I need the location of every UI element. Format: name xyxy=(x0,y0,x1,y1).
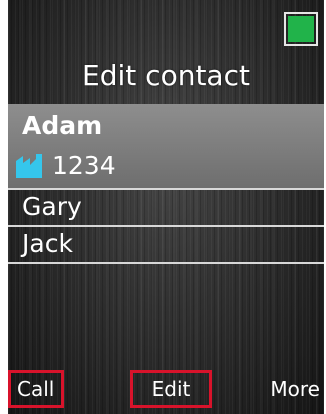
contact-number: 1234 xyxy=(52,151,116,180)
contact-name: Jack xyxy=(22,229,73,258)
call-softkey[interactable]: Call xyxy=(8,370,64,408)
office-phone-icon xyxy=(16,154,42,178)
contact-name: Adam xyxy=(22,111,103,140)
battery-level-fill xyxy=(288,16,314,42)
contact-item-adam[interactable]: Adam 1234 xyxy=(8,104,324,188)
contact-number-row: 1234 xyxy=(14,148,116,184)
phone-screen: Edit contact Adam 1234 Gary Jack Call Ed… xyxy=(8,0,324,414)
battery-full-icon xyxy=(284,12,318,46)
contact-item-jack[interactable]: Jack xyxy=(8,225,324,264)
more-softkey[interactable]: More xyxy=(258,370,324,408)
contact-list: Adam 1234 Gary Jack xyxy=(8,104,324,264)
softkey-bar: Call Edit More xyxy=(8,370,324,410)
edit-softkey[interactable]: Edit xyxy=(130,370,212,408)
contact-item-gary[interactable]: Gary xyxy=(8,188,324,225)
contact-name: Gary xyxy=(22,192,82,221)
page-title: Edit contact xyxy=(82,59,250,92)
